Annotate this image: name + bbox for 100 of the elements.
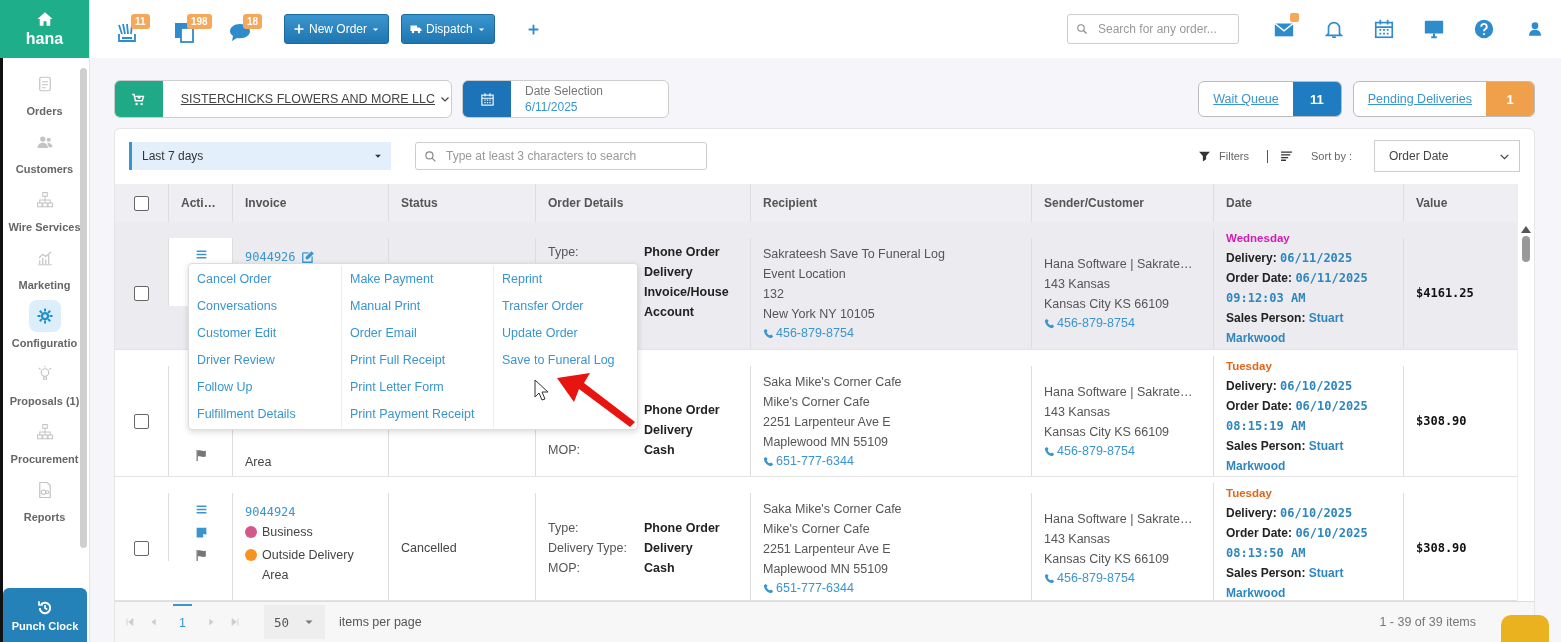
nav-item[interactable]: Configuratio bbox=[11, 335, 78, 351]
punch-clock-button[interactable]: Punch Clock bbox=[3, 588, 87, 642]
phone-icon bbox=[763, 582, 774, 594]
invoice-link[interactable]: 9044926 bbox=[245, 250, 296, 264]
checkbox[interactable] bbox=[134, 285, 149, 301]
tag-label: Outside Delivery Area bbox=[262, 547, 355, 584]
date-value: 06/10/2025 bbox=[1280, 506, 1353, 520]
phone-link[interactable]: 456-879-8754 bbox=[1044, 571, 1213, 585]
order-value: $4161.25 bbox=[1416, 286, 1475, 300]
menu-item[interactable]: Print Payment Receipt bbox=[342, 401, 493, 428]
menu-item[interactable]: Make Payment bbox=[342, 266, 493, 293]
menu-item[interactable]: Driver Review bbox=[189, 347, 341, 374]
detail-label: MOP: bbox=[548, 443, 580, 457]
monitor-icon[interactable] bbox=[1423, 18, 1445, 40]
phone-link[interactable]: 651-777-6344 bbox=[763, 581, 1031, 595]
store-selector[interactable]: SISTERCHICKS FLOWERS AND MORE LLC bbox=[114, 80, 452, 118]
menu-item[interactable]: Order Email bbox=[342, 320, 493, 347]
phone-link[interactable]: 456-879-8754 bbox=[763, 326, 1031, 340]
menu-item[interactable]: Follow Up bbox=[189, 374, 341, 401]
queue-pill[interactable]: Pending Deliveries 1 bbox=[1352, 81, 1535, 117]
nav-item[interactable]: Orders bbox=[26, 103, 63, 119]
sender-line: Hana Software | Sakrate… bbox=[1044, 384, 1194, 400]
queue-pill[interactable]: Wait Queue 11 bbox=[1198, 81, 1342, 117]
dispatch-button[interactable]: Dispatch bbox=[401, 14, 495, 44]
menu-item[interactable]: Reprint bbox=[494, 266, 637, 293]
menu-item[interactable]: Fulfillment Details bbox=[189, 401, 341, 428]
search-field[interactable]: Search for any order... bbox=[1067, 14, 1239, 44]
help-icon[interactable] bbox=[1473, 18, 1495, 40]
column-header[interactable]: Status bbox=[401, 196, 438, 210]
flag-icon[interactable] bbox=[195, 549, 208, 562]
count-badge: 198 bbox=[187, 14, 212, 29]
column-header[interactable]: Value bbox=[1416, 196, 1448, 210]
calendar-icon[interactable] bbox=[1373, 18, 1395, 40]
nav-item[interactable]: Procurement bbox=[10, 451, 79, 467]
nav-item[interactable]: Marketing bbox=[18, 277, 71, 293]
cart-icon bbox=[131, 91, 147, 107]
detail-value: Delivery bbox=[644, 540, 694, 557]
menu-item[interactable]: Manual Print bbox=[342, 293, 493, 320]
sender-line: 143 Kansas bbox=[1044, 531, 1112, 547]
date-value: 06/11/2025 bbox=[1280, 251, 1353, 265]
menu-item[interactable]: Update Order bbox=[494, 320, 637, 347]
date-selector[interactable]: Date Selection 6/11/2025 bbox=[462, 80, 669, 118]
edit-icon[interactable] bbox=[300, 250, 315, 264]
phone-link[interactable]: 651-777-6344 bbox=[763, 454, 1031, 468]
date-label: Order Date: bbox=[1226, 271, 1293, 285]
column-header[interactable]: Recipient bbox=[763, 196, 817, 210]
phone-link[interactable]: 456-879-8754 bbox=[1044, 316, 1213, 330]
menu-item[interactable]: Customer Edit bbox=[189, 320, 341, 347]
queue-link[interactable]: Pending Deliveries bbox=[1353, 92, 1486, 106]
page-size-dropdown[interactable]: 50 bbox=[263, 605, 325, 639]
filter-icon[interactable] bbox=[1198, 149, 1212, 163]
sort-dropdown[interactable]: Order Date bbox=[1374, 140, 1520, 172]
column-header[interactable]: Acti… bbox=[181, 196, 216, 210]
queue-count: 11 bbox=[1292, 82, 1341, 116]
scrollbar[interactable] bbox=[1517, 184, 1534, 601]
time-value: 08:13:50 AM bbox=[1226, 545, 1307, 562]
menu-item[interactable]: Transfer Order bbox=[494, 293, 637, 320]
sort-icon[interactable] bbox=[1280, 149, 1294, 163]
column-header[interactable]: Sender/Customer bbox=[1044, 196, 1145, 210]
menu-item[interactable]: Print Letter Form bbox=[342, 374, 493, 401]
phone-link[interactable]: 456-879-8754 bbox=[1044, 444, 1213, 458]
menu-icon[interactable] bbox=[195, 503, 208, 516]
page-number[interactable]: 1 bbox=[173, 604, 192, 640]
checkbox[interactable] bbox=[134, 195, 149, 211]
column-header[interactable]: Date bbox=[1226, 196, 1252, 210]
add-icon[interactable] bbox=[526, 22, 540, 36]
store-name[interactable]: SISTERCHICKS FLOWERS AND MORE LLC bbox=[180, 92, 435, 106]
date-label: Date Selection bbox=[525, 83, 604, 99]
recipient-line: Event Location bbox=[763, 266, 847, 282]
menu-icon[interactable] bbox=[195, 248, 208, 261]
nav-item[interactable]: Proposals (1) bbox=[9, 393, 80, 409]
range-dropdown[interactable]: Last 7 days bbox=[129, 142, 391, 170]
weekday: Tuesday bbox=[1226, 359, 1273, 374]
flag-icon[interactable] bbox=[195, 449, 208, 462]
sender-line: 143 Kansas bbox=[1044, 276, 1112, 292]
menu-item[interactable]: Save to Funeral Log bbox=[494, 347, 637, 374]
column-header[interactable]: Invoice bbox=[245, 196, 287, 210]
scrollbar[interactable] bbox=[80, 68, 87, 548]
time-value: 09:12:03 AM bbox=[1226, 290, 1307, 307]
invoice-link[interactable]: 9044924 bbox=[245, 505, 296, 519]
detail-value: Invoice/House Account bbox=[644, 284, 730, 321]
new-order-button[interactable]: New Order bbox=[284, 14, 389, 44]
column-header[interactable]: Order Details bbox=[548, 196, 624, 210]
brand-logo[interactable]: hana bbox=[0, 0, 89, 58]
checkbox[interactable] bbox=[134, 413, 149, 429]
order-search-field[interactable]: Type at least 3 characters to search bbox=[415, 142, 707, 170]
checkbox[interactable] bbox=[134, 540, 149, 556]
nav-item[interactable]: Customers bbox=[15, 161, 74, 177]
note-icon[interactable] bbox=[195, 526, 208, 539]
menu-item[interactable]: Cancel Order bbox=[189, 266, 341, 293]
sender-line: 143 Kansas bbox=[1044, 404, 1112, 420]
nav-icon-tile[interactable] bbox=[28, 300, 61, 332]
nav-item[interactable]: Reports bbox=[23, 509, 66, 525]
menu-item[interactable]: Conversations bbox=[189, 293, 341, 320]
clock-icon bbox=[36, 598, 54, 617]
menu-item[interactable]: Print Full Receipt bbox=[342, 347, 493, 374]
queue-link[interactable]: Wait Queue bbox=[1199, 92, 1293, 106]
nav-item[interactable]: Wire Services bbox=[8, 219, 81, 235]
filters-link[interactable]: Filters bbox=[1219, 150, 1250, 162]
order-value: $308.90 bbox=[1416, 414, 1468, 428]
